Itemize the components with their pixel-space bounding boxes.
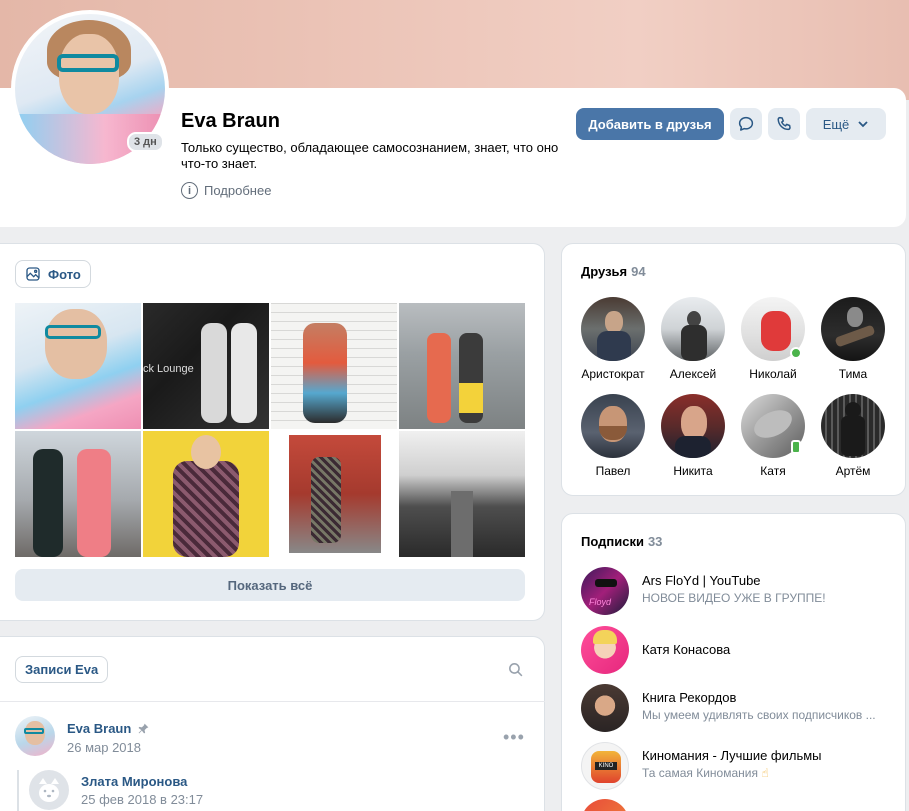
online-indicator bbox=[790, 347, 802, 359]
photo-thumb-8[interactable] bbox=[399, 431, 525, 557]
friend-name: Никита bbox=[673, 464, 713, 478]
more-info-label: Подробнее bbox=[204, 183, 272, 198]
posts-tab[interactable]: Записи Eva bbox=[15, 656, 109, 683]
friend-avatar bbox=[581, 297, 645, 361]
add-friend-button[interactable]: Добавить в друзья bbox=[576, 108, 724, 140]
photo-thumb-2-caption: ck Lounge bbox=[143, 363, 194, 375]
post-date[interactable]: 26 мар 2018 bbox=[67, 740, 141, 755]
chevron-down-icon bbox=[858, 121, 868, 128]
deactivated-dog-icon bbox=[39, 778, 59, 802]
pointing-hand-emoji-icon: ☝ bbox=[761, 766, 769, 780]
friend-name: Артём bbox=[835, 464, 871, 478]
subscription-avatar bbox=[581, 799, 629, 811]
friend-avatar bbox=[821, 297, 885, 361]
repost-author-name[interactable]: Злата Миронова bbox=[81, 774, 187, 789]
subscription-item[interactable]: Книга Рекордов Мы умеем удивлять своих п… bbox=[581, 684, 891, 734]
photos-tab-label: Фото bbox=[48, 266, 81, 282]
photo-thumb-6[interactable] bbox=[143, 431, 269, 557]
friend-avatar bbox=[581, 394, 645, 458]
friend-item[interactable]: Никита bbox=[653, 394, 733, 478]
repost-author-avatar[interactable] bbox=[29, 770, 69, 810]
more-label: Ещё bbox=[822, 116, 850, 132]
message-button[interactable] bbox=[730, 108, 762, 140]
subscription-avatar bbox=[581, 684, 629, 732]
photo-thumb-7[interactable] bbox=[271, 431, 397, 557]
photo-thumb-2[interactable]: ck Lounge bbox=[143, 303, 269, 429]
subscription-name: Киномания - Лучшие фильмы bbox=[642, 748, 822, 763]
photo-thumb-3[interactable] bbox=[271, 303, 397, 429]
more-button[interactable]: Ещё bbox=[806, 108, 886, 140]
subscription-avatar bbox=[581, 626, 629, 674]
friend-name: Николай bbox=[749, 367, 797, 381]
subscription-subtitle: Та самая Киномания ☝ bbox=[642, 766, 887, 780]
repost-date[interactable]: 25 фев 2018 в 23:17 bbox=[81, 792, 203, 807]
friend-avatar bbox=[821, 394, 885, 458]
subscription-item[interactable]: Floyd Ars FloYd | YouTube НОВОЕ ВИДЕО УЖ… bbox=[581, 567, 891, 617]
photo-grid: ck Lounge bbox=[15, 303, 525, 557]
friend-name: Тима bbox=[838, 367, 868, 381]
friend-item[interactable]: Павел bbox=[573, 394, 653, 478]
friends-count: 94 bbox=[631, 264, 646, 279]
subscription-subtitle: НОВОЕ ВИДЕО УЖЕ В ГРУППЕ! bbox=[642, 591, 826, 605]
subscription-avatar: KINO bbox=[581, 742, 629, 790]
subscription-item[interactable] bbox=[581, 799, 891, 811]
subscriptions-title[interactable]: Подписки 33 bbox=[581, 534, 662, 549]
friend-name: Катя bbox=[760, 464, 786, 478]
subscriptions-title-label: Подписки bbox=[581, 534, 644, 549]
repost-line bbox=[17, 770, 19, 811]
posts-search-button[interactable] bbox=[507, 661, 524, 683]
friend-avatar bbox=[661, 394, 725, 458]
friend-name: Алексей bbox=[669, 367, 717, 381]
info-icon: i bbox=[181, 182, 198, 199]
post-author-avatar[interactable] bbox=[15, 716, 55, 756]
friends-title-label: Друзья bbox=[581, 264, 628, 279]
message-bubble-icon bbox=[738, 116, 754, 131]
friends-card: Друзья 94 Аристократ Алексей Николай Тима bbox=[561, 243, 906, 496]
last-seen-badge: 3 дн bbox=[127, 132, 164, 152]
search-icon bbox=[509, 663, 523, 677]
pin-icon bbox=[138, 723, 149, 734]
mobile-online-indicator bbox=[791, 440, 801, 454]
friends-title[interactable]: Друзья 94 bbox=[581, 264, 646, 279]
friend-name: Павел bbox=[595, 464, 631, 478]
call-button[interactable] bbox=[768, 108, 800, 140]
more-info-link[interactable]: i Подробнее bbox=[181, 182, 271, 199]
subscription-name: Катя Конасова bbox=[642, 642, 731, 657]
friend-avatar bbox=[661, 297, 725, 361]
photos-tab[interactable]: Фото bbox=[15, 260, 91, 288]
profile-status: Только существо, обладающее самосознание… bbox=[181, 140, 559, 171]
posts-card: Записи Eva Eva Braun 26 мар 2018 ••• Зла… bbox=[0, 636, 545, 811]
friend-item[interactable]: Тима bbox=[813, 297, 893, 381]
divider bbox=[0, 701, 545, 702]
friend-item[interactable]: Катя bbox=[733, 394, 813, 478]
post-author-name: Eva Braun bbox=[67, 721, 132, 736]
subscription-avatar: Floyd bbox=[581, 567, 629, 615]
photo-thumb-5[interactable] bbox=[15, 431, 141, 557]
subscription-item[interactable]: KINO Киномания - Лучшие фильмы Та самая … bbox=[581, 742, 891, 792]
subscriptions-count: 33 bbox=[647, 534, 663, 549]
friend-name: Аристократ bbox=[581, 367, 645, 381]
profile-name: Eva Braun bbox=[181, 110, 280, 132]
show-all-photos-button[interactable]: Показать всё bbox=[15, 569, 525, 601]
friend-item[interactable]: Аристократ bbox=[573, 297, 653, 381]
subscription-item[interactable]: Катя Конасова bbox=[581, 626, 891, 676]
image-icon bbox=[26, 267, 40, 281]
photos-card: Фото ck Lounge Показать всё bbox=[0, 243, 545, 621]
subscription-subtitle: Мы умеем удивлять своих подписчиков ... bbox=[642, 708, 876, 722]
subscription-name: Ars FloYd | YouTube bbox=[642, 573, 761, 588]
post-author-link[interactable]: Eva Braun bbox=[67, 721, 150, 736]
friend-item[interactable]: Николай bbox=[733, 297, 813, 381]
friend-item[interactable]: Артём bbox=[813, 394, 893, 478]
post-menu-icon[interactable]: ••• bbox=[503, 727, 525, 748]
photo-thumb-1[interactable] bbox=[15, 303, 141, 429]
friend-item[interactable]: Алексей bbox=[653, 297, 733, 381]
photo-thumb-4[interactable] bbox=[399, 303, 525, 429]
subscription-name: Книга Рекордов bbox=[642, 690, 737, 705]
subscription-subtitle-text: Та самая Киномания bbox=[642, 766, 758, 780]
subscriptions-card: Подписки 33 Floyd Ars FloYd | YouTube НОВ… bbox=[561, 513, 906, 811]
phone-icon bbox=[777, 116, 791, 131]
